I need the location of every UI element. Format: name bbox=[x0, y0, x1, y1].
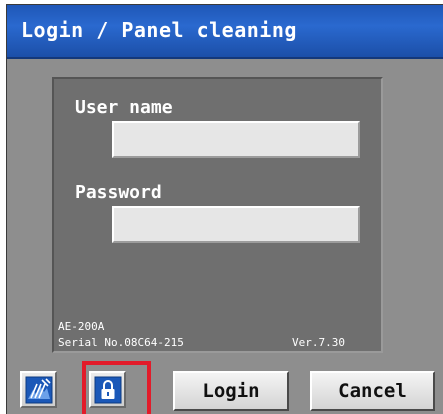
username-label: User name bbox=[75, 97, 173, 118]
username-field[interactable] bbox=[112, 121, 360, 158]
serial-number: Serial No.08C64-215 bbox=[58, 336, 184, 349]
panel-cleaning-icon bbox=[25, 376, 52, 403]
selection-highlight bbox=[82, 361, 151, 414]
model-name: AE-200A bbox=[58, 320, 105, 333]
title-bar: Login / Panel cleaning bbox=[7, 5, 443, 59]
login-screen: Login / Panel cleaning User name Passwor… bbox=[6, 4, 443, 414]
password-label: Password bbox=[75, 182, 162, 203]
panel-cleaning-button[interactable] bbox=[20, 371, 57, 408]
login-panel: User name Password AE-200A Serial No.08C… bbox=[52, 77, 383, 353]
window-title: Login / Panel cleaning bbox=[21, 18, 297, 42]
version-number: Ver.7.30 bbox=[292, 336, 345, 349]
password-field[interactable] bbox=[112, 206, 360, 243]
login-button[interactable]: Login bbox=[173, 371, 289, 411]
cancel-button[interactable]: Cancel bbox=[310, 371, 435, 411]
